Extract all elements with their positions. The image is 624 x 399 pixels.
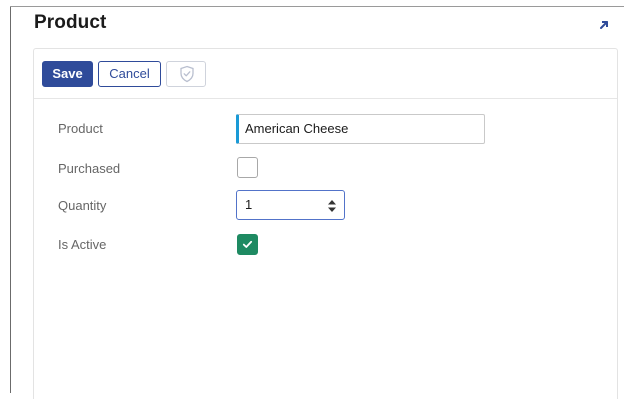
quantity-value: 1 <box>245 197 253 212</box>
product-label: Product <box>58 121 103 136</box>
purchased-label: Purchased <box>58 161 121 176</box>
is-active-checkbox[interactable] <box>237 234 258 255</box>
cancel-button[interactable]: Cancel <box>98 61 161 87</box>
expand-arrow-icon[interactable] <box>598 18 610 30</box>
product-input[interactable]: American Cheese <box>236 114 485 144</box>
product-panel: Product Save Cancel Product American Che… <box>0 0 624 399</box>
save-button[interactable]: Save <box>42 61 93 87</box>
form-card: Save Cancel Product American Cheese Purc… <box>33 48 618 399</box>
spinner-arrows-icon[interactable] <box>328 199 336 212</box>
form-toolbar: Save Cancel <box>34 49 617 99</box>
panel-left-border <box>10 6 11 393</box>
quantity-label: Quantity <box>58 198 107 213</box>
checkmark-icon <box>242 240 253 248</box>
is-active-label: Is Active <box>58 237 107 252</box>
purchased-checkbox[interactable] <box>237 157 258 178</box>
shield-check-icon <box>180 65 194 83</box>
shield-button[interactable] <box>166 61 206 87</box>
panel-title: Product <box>34 12 107 33</box>
panel-top-border <box>10 6 624 7</box>
quantity-stepper[interactable]: 1 <box>236 190 345 220</box>
